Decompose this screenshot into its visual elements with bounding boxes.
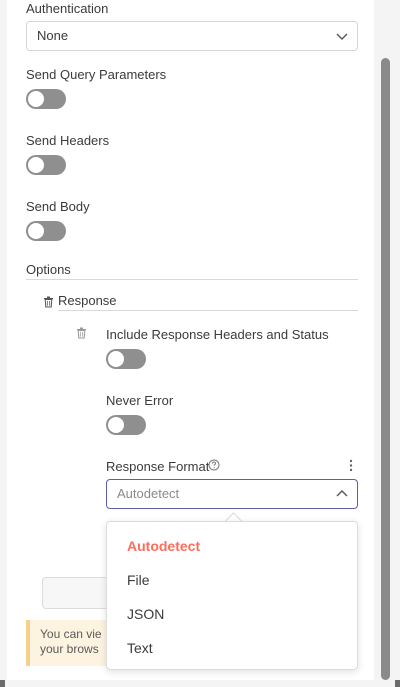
send-body-toggle[interactable] [26, 221, 66, 241]
browser-notice: You can vie your brows [26, 620, 118, 666]
more-vertical-icon[interactable] [347, 459, 355, 472]
send-body-label: Send Body [26, 199, 90, 214]
chevron-up-icon [336, 490, 348, 497]
never-error-label: Never Error [106, 393, 174, 408]
panel-left-edge [0, 0, 7, 687]
option-autodetect[interactable]: Autodetect [127, 538, 200, 554]
include-headers-toggle[interactable] [106, 349, 146, 369]
bottom-edge-right [395, 680, 400, 687]
send-headers-label: Send Headers [26, 133, 110, 148]
options-divider [26, 279, 358, 280]
trash-icon[interactable] [43, 296, 54, 308]
send-headers-toggle[interactable] [26, 155, 66, 175]
trash-icon[interactable] [76, 327, 87, 339]
authentication-value: None [37, 28, 69, 43]
response-format-label: Response Format [106, 459, 210, 474]
add-option-button[interactable] [42, 577, 113, 609]
bottom-edge-left [0, 680, 5, 687]
option-json[interactable]: JSON [127, 606, 164, 622]
include-headers-label: Include Response Headers and Status [106, 327, 329, 342]
bottom-edge [0, 680, 400, 687]
chevron-down-icon [336, 33, 348, 40]
scrollbar-thumb[interactable] [381, 58, 390, 680]
authentication-select[interactable]: None [26, 21, 358, 51]
authentication-label: Authentication [26, 1, 109, 16]
option-text[interactable]: Text [127, 640, 153, 656]
response-collection-label: Response [58, 293, 117, 308]
response-format-dropdown: Autodetect File JSON Text [106, 521, 358, 670]
response-divider [58, 310, 358, 311]
never-error-toggle[interactable] [106, 415, 146, 435]
send-query-toggle[interactable] [26, 89, 66, 109]
options-label: Options [26, 262, 71, 277]
response-format-value: Autodetect [117, 486, 180, 501]
response-format-select[interactable]: Autodetect [106, 479, 358, 509]
send-query-label: Send Query Parameters [26, 67, 167, 82]
help-circle-icon[interactable] [208, 459, 220, 471]
option-file[interactable]: File [127, 572, 150, 588]
